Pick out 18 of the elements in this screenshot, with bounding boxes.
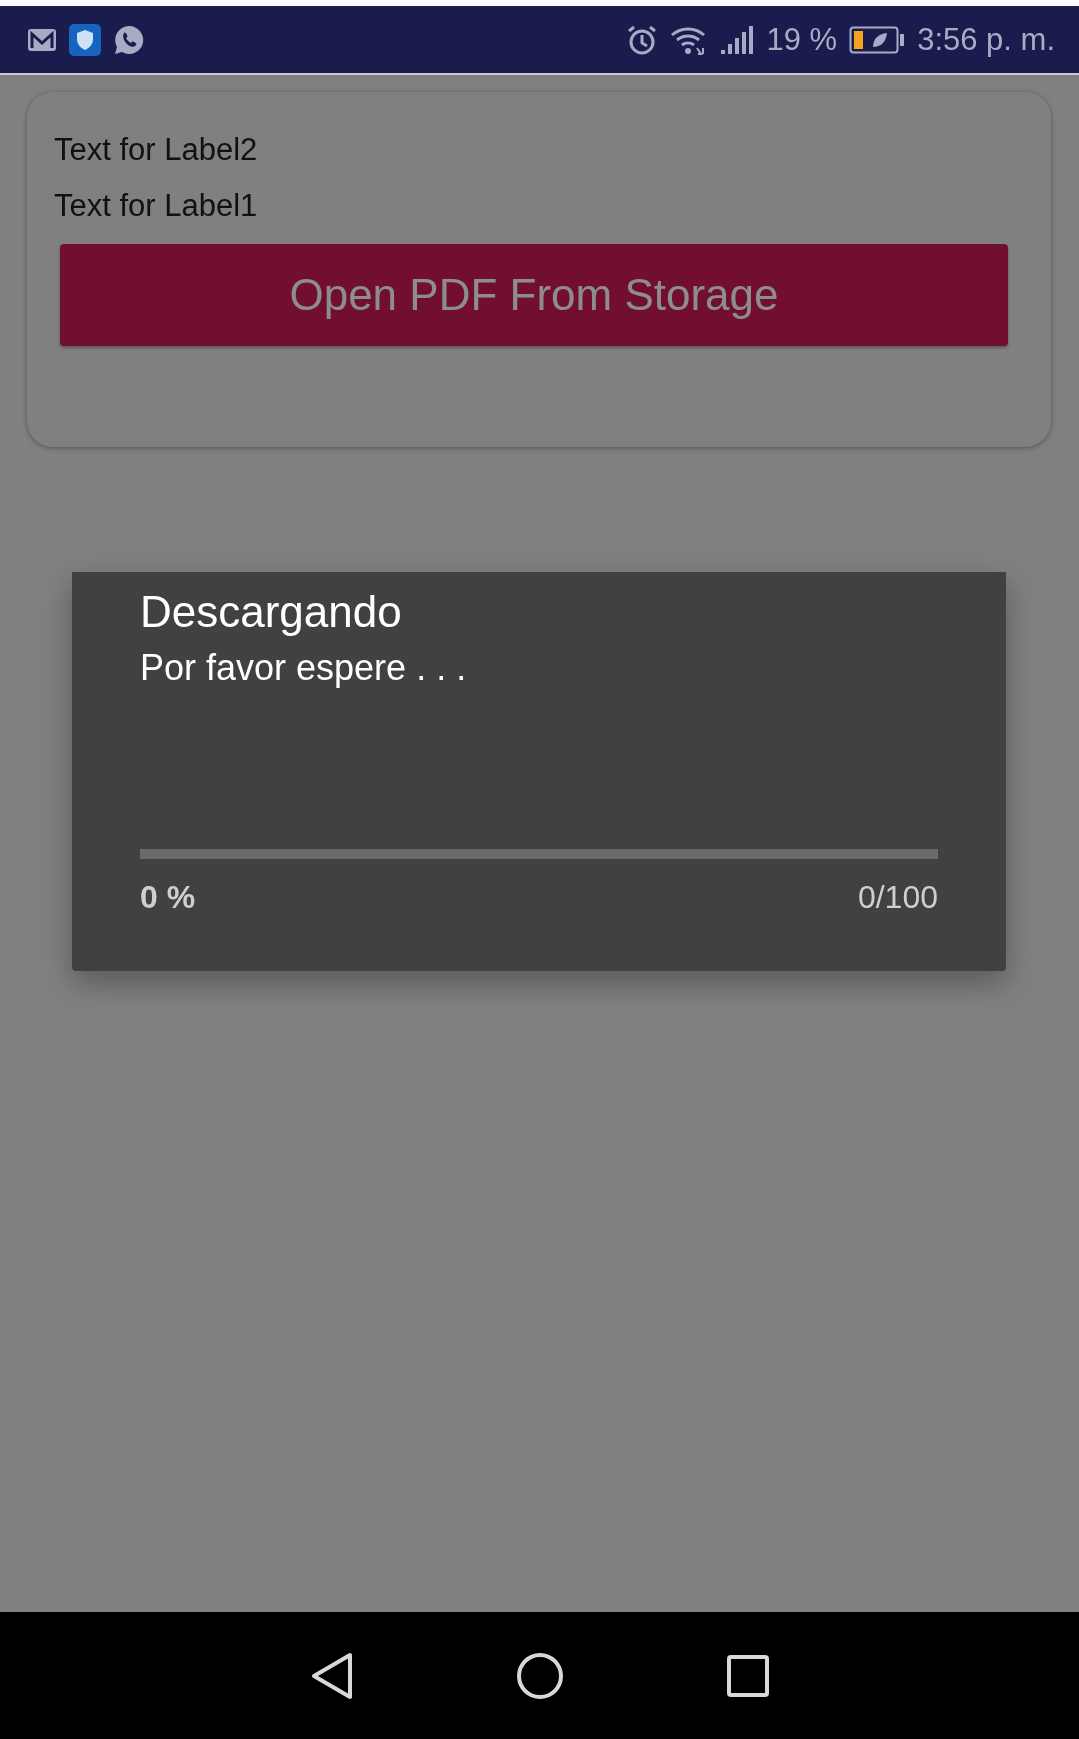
mail-icon	[27, 27, 57, 52]
chat-phone-icon	[113, 23, 145, 56]
recent-apps-icon[interactable]	[725, 1653, 770, 1698]
back-icon[interactable]	[309, 1651, 354, 1700]
clock-time: 3:56 p. m.	[917, 21, 1055, 58]
home-icon[interactable]	[515, 1651, 564, 1700]
progress-count: 0/100	[857, 879, 938, 916]
open-pdf-button[interactable]: Open PDF From Storage	[60, 244, 1008, 346]
dialog-title: Descargando	[140, 586, 403, 638]
shield-icon	[69, 23, 101, 56]
battery-icon	[849, 25, 906, 54]
signal-icon	[720, 23, 755, 56]
battery-percent: 19 %	[766, 21, 838, 58]
dialog-message: Por favor espere . . .	[140, 646, 468, 690]
progress-percent: 0 %	[140, 879, 196, 916]
text-label: Text for Label1	[54, 187, 258, 225]
alarm-clock-icon	[626, 23, 659, 56]
text-label: Text for Label2	[54, 131, 258, 169]
